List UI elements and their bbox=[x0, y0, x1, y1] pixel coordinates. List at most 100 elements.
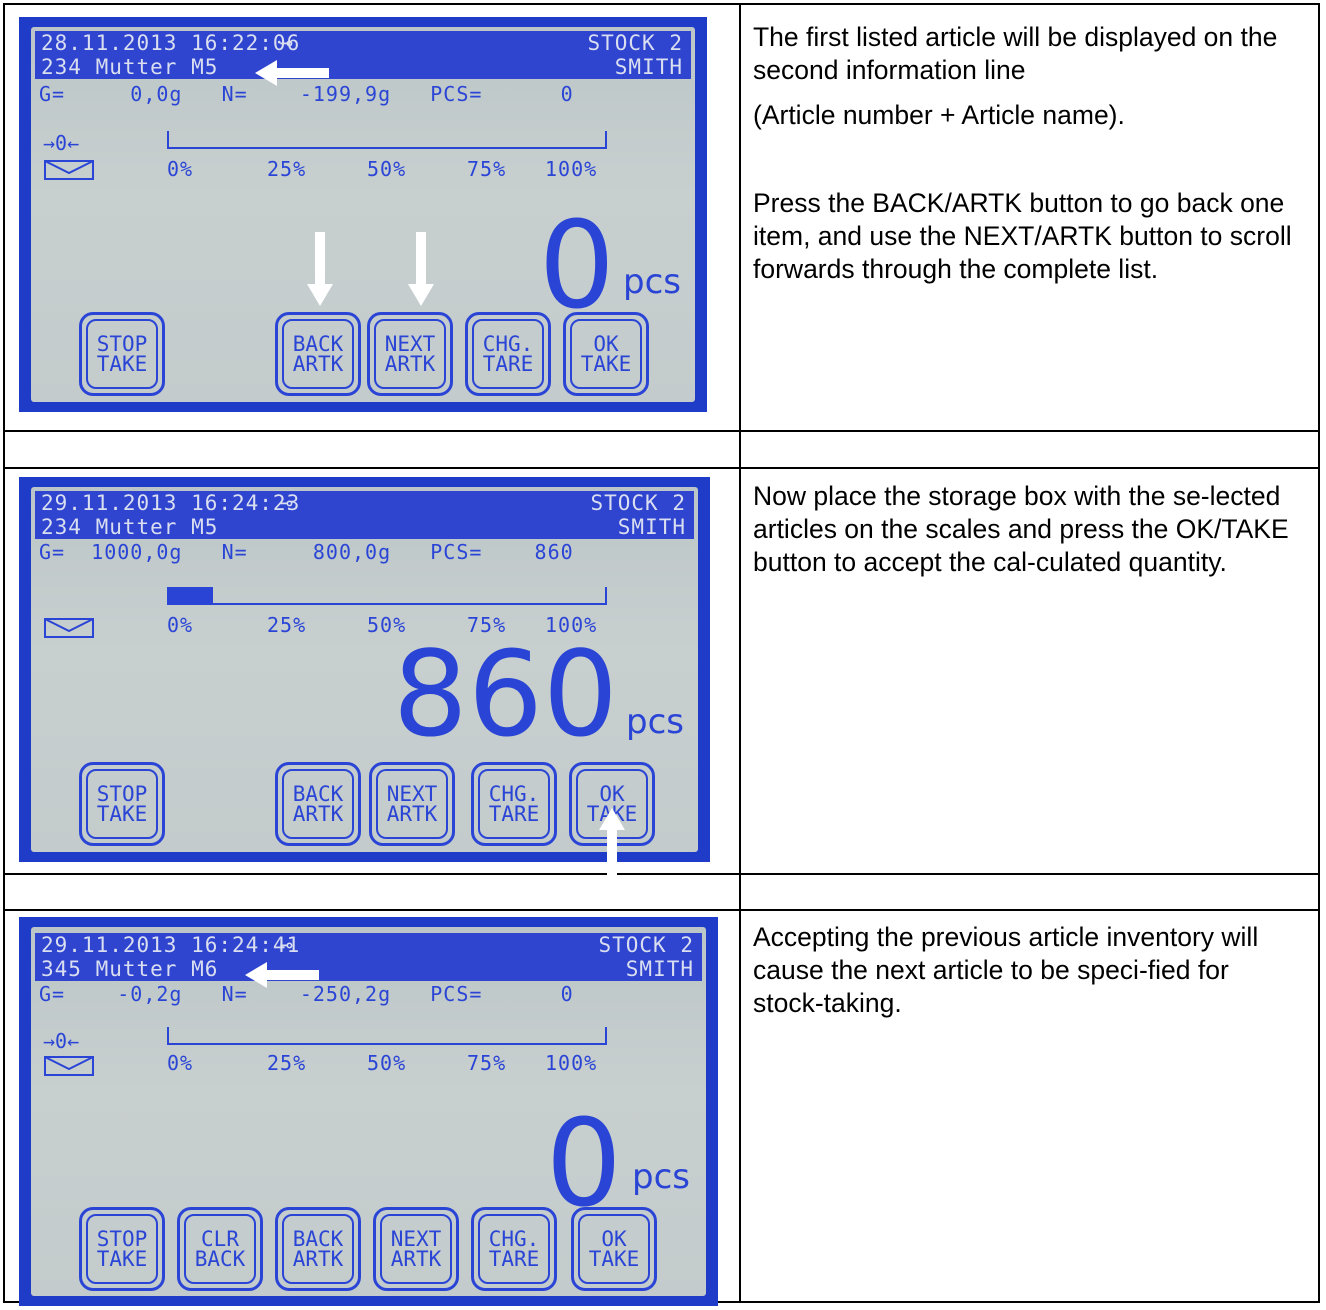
button-label: ARTK bbox=[292, 802, 344, 826]
tick-label: 25% bbox=[267, 1051, 307, 1075]
button-label: STOP bbox=[96, 782, 148, 806]
tick-label: 25% bbox=[267, 613, 307, 637]
button-label: ARTK bbox=[292, 1247, 344, 1271]
lcd-screen: 29.11.2013 16:24:23 ⊸ STOCK 2 234 Mutter… bbox=[31, 487, 698, 852]
key-icon: ⊸ bbox=[280, 933, 294, 957]
button-label: CHG. bbox=[488, 782, 540, 806]
button-label: NEXT bbox=[390, 1227, 442, 1251]
row-divider bbox=[5, 873, 1318, 875]
stop-take-button[interactable]: STOP TAKE bbox=[79, 1207, 165, 1291]
next-artk-button[interactable]: NEXT ARTK bbox=[367, 312, 453, 396]
description-paragraph: (Article number + Article name). bbox=[753, 100, 1125, 130]
user-label: SMITH bbox=[625, 957, 694, 981]
tare-container-icon bbox=[44, 160, 94, 180]
quantity-unit: pcs bbox=[632, 1157, 690, 1197]
article-label: 234 Mutter M5 bbox=[41, 515, 219, 539]
datetime: 28.11.2013 16:22:06 bbox=[41, 31, 301, 55]
quantity-unit: pcs bbox=[626, 702, 684, 742]
button-label: OK bbox=[601, 1227, 627, 1251]
clr-back-button[interactable]: CLR BACK bbox=[177, 1207, 263, 1291]
back-artk-button[interactable]: BACK ARTK bbox=[275, 762, 361, 846]
weight-info-line: G= 1000,0g N= 800,0g PCS= 860 bbox=[39, 540, 574, 564]
button-label: OK bbox=[599, 782, 625, 806]
stock-label: STOCK 2 bbox=[598, 933, 694, 957]
button-label: NEXT bbox=[386, 782, 438, 806]
button-label: TAKE bbox=[96, 352, 148, 376]
tick-label: 100% bbox=[545, 1051, 598, 1075]
back-artk-button[interactable]: BACK ARTK bbox=[275, 312, 361, 396]
row-divider bbox=[5, 430, 1318, 432]
button-label: CHG. bbox=[482, 332, 534, 356]
button-label: OK bbox=[593, 332, 619, 356]
button-label: TAKE bbox=[96, 802, 148, 826]
arrow-left-icon bbox=[245, 962, 319, 988]
tick-label: 50% bbox=[367, 157, 407, 181]
row-divider bbox=[5, 467, 1318, 469]
user-label: SMITH bbox=[614, 55, 683, 79]
row-divider bbox=[5, 909, 1318, 911]
back-artk-button[interactable]: BACK ARTK bbox=[275, 1207, 361, 1291]
next-artk-button[interactable]: NEXT ARTK bbox=[373, 1207, 459, 1291]
scale-display-photo-3: 29.11.2013 16:24:41 ⊸ STOCK 2 345 Mutter… bbox=[19, 917, 718, 1306]
description-2: Now place the storage box with the se-le… bbox=[753, 480, 1303, 579]
capacity-bar bbox=[167, 1027, 607, 1045]
capacity-bar bbox=[167, 587, 607, 605]
quantity-display: 860 bbox=[392, 625, 618, 763]
lcd-screen: 28.11.2013 16:22:06 ⊸ STOCK 2 234 Mutter… bbox=[31, 27, 695, 402]
stop-take-button[interactable]: STOP TAKE bbox=[79, 762, 165, 846]
lcd-screen: 29.11.2013 16:24:41 ⊸ STOCK 2 345 Mutter… bbox=[31, 927, 706, 1296]
button-label: TAKE bbox=[588, 1247, 640, 1271]
chg-tare-button[interactable]: CHG. TARE bbox=[471, 1207, 557, 1291]
button-label: ARTK bbox=[384, 352, 436, 376]
status-bar: 29.11.2013 16:24:23 ⊸ STOCK 2 bbox=[35, 491, 694, 515]
button-label: ARTK bbox=[386, 802, 438, 826]
description-3: Accepting the previous article inventory… bbox=[753, 921, 1303, 1020]
chg-tare-button[interactable]: CHG. TARE bbox=[471, 762, 557, 846]
button-label: BACK bbox=[292, 782, 344, 806]
button-label: CHG. bbox=[488, 1227, 540, 1251]
status-bar: 28.11.2013 16:22:06 ⊸ STOCK 2 bbox=[35, 31, 691, 55]
button-label: STOP bbox=[96, 1227, 148, 1251]
tick-label: 100% bbox=[545, 157, 598, 181]
key-icon: ⊸ bbox=[280, 31, 294, 55]
tick-label: 50% bbox=[367, 1051, 407, 1075]
datetime: 29.11.2013 16:24:23 bbox=[41, 491, 301, 515]
description-paragraph: The first listed article will be display… bbox=[753, 22, 1278, 85]
arrow-up-icon bbox=[599, 808, 625, 876]
article-bar: 234 Mutter M5 SMITH bbox=[35, 515, 694, 539]
tick-label: 75% bbox=[467, 157, 507, 181]
stock-label: STOCK 2 bbox=[590, 491, 686, 515]
description-paragraph: Accepting the previous article inventory… bbox=[753, 922, 1259, 1018]
button-label: STOP bbox=[96, 332, 148, 356]
description-paragraph: Now place the storage box with the se-le… bbox=[753, 481, 1289, 577]
button-label: TARE bbox=[482, 352, 534, 376]
quantity-unit: pcs bbox=[623, 262, 681, 302]
tick-label: 75% bbox=[467, 1051, 507, 1075]
button-label: TARE bbox=[488, 802, 540, 826]
article-bar: 234 Mutter M5 SMITH bbox=[35, 55, 691, 79]
tick-label: 0% bbox=[167, 157, 194, 181]
button-label: TARE bbox=[488, 1247, 540, 1271]
tick-label: 25% bbox=[267, 157, 307, 181]
chg-tare-button[interactable]: CHG. TARE bbox=[465, 312, 551, 396]
button-label: TAKE bbox=[580, 352, 632, 376]
datetime: 29.11.2013 16:24:41 bbox=[41, 933, 301, 957]
capacity-fill bbox=[169, 587, 213, 603]
arrow-down-icon bbox=[307, 232, 333, 306]
button-label: BACK bbox=[292, 332, 344, 356]
tick-label: 0% bbox=[167, 1051, 194, 1075]
scale-display-photo-2: 29.11.2013 16:24:23 ⊸ STOCK 2 234 Mutter… bbox=[19, 477, 710, 862]
scale-display-photo-1: 28.11.2013 16:22:06 ⊸ STOCK 2 234 Mutter… bbox=[19, 17, 707, 412]
next-artk-button[interactable]: NEXT ARTK bbox=[369, 762, 455, 846]
user-label: SMITH bbox=[617, 515, 686, 539]
key-icon: ⊸ bbox=[280, 491, 294, 515]
description-1: The first listed article will be display… bbox=[753, 21, 1303, 286]
quantity-display: 0 bbox=[538, 197, 615, 336]
stock-label: STOCK 2 bbox=[587, 31, 683, 55]
stop-take-button[interactable]: STOP TAKE bbox=[79, 312, 165, 396]
ok-take-button[interactable]: OKTAKE bbox=[571, 1207, 657, 1291]
weight-info-line: G= 0,0g N= -199,9g PCS= 0 bbox=[39, 82, 574, 106]
ok-take-button[interactable]: OKTAKE bbox=[563, 312, 649, 396]
article-label: 345 Mutter M6 bbox=[41, 957, 219, 981]
article-bar: 345 Mutter M6 SMITH bbox=[35, 957, 702, 981]
